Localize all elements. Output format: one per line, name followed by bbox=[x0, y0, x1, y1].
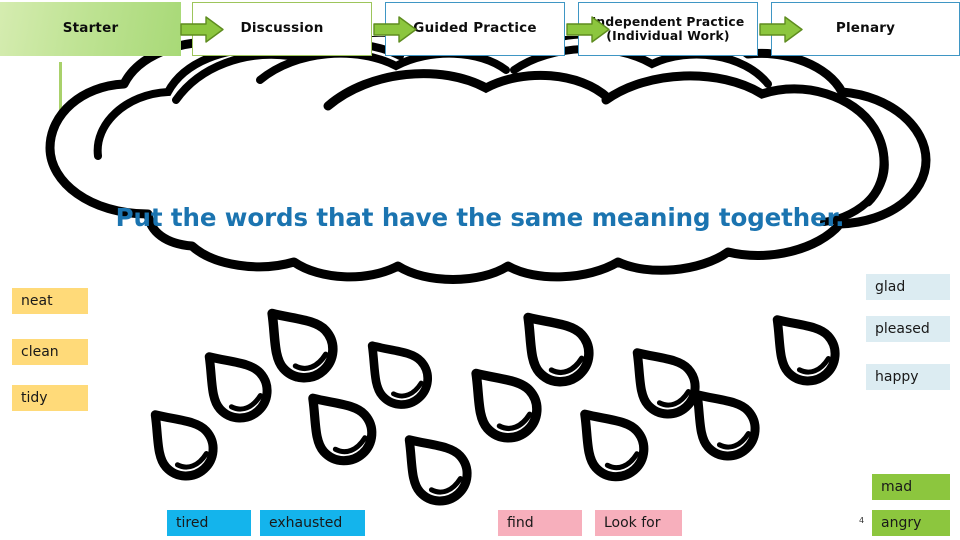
word-card-exhausted[interactable]: exhausted bbox=[260, 510, 365, 536]
rain-drop-icon bbox=[772, 315, 840, 386]
word-card-glad[interactable]: glad bbox=[866, 274, 950, 300]
lesson-stage-strip: Starter Discussion Guided Practice Independ… bbox=[0, 0, 960, 58]
word-card-label: tidy bbox=[21, 390, 48, 406]
word-card-label: find bbox=[507, 515, 534, 531]
stage-label: Discussion bbox=[240, 20, 324, 37]
page-title: Put the words that have the same meaning… bbox=[115, 203, 845, 232]
word-card-label: mad bbox=[881, 479, 913, 495]
rain-drop-icon bbox=[267, 308, 338, 383]
word-card-tired[interactable]: tired bbox=[167, 510, 251, 536]
rain-drop-icon bbox=[204, 352, 272, 423]
stage-label: Guided Practice bbox=[413, 20, 537, 37]
rain-drop-icon bbox=[308, 393, 377, 466]
word-card-label: angry bbox=[881, 515, 922, 531]
word-card-look-for[interactable]: Look for bbox=[595, 510, 682, 536]
word-card-angry[interactable]: angry bbox=[872, 510, 950, 536]
rain-drop-icon bbox=[580, 409, 649, 482]
rain-drop-icon bbox=[523, 312, 594, 387]
rain-drop-icon bbox=[471, 368, 542, 443]
word-card-clean[interactable]: clean bbox=[12, 339, 88, 365]
stage-arrow-icon-2 bbox=[373, 16, 417, 43]
word-card-label: clean bbox=[21, 344, 59, 360]
word-card-pleased[interactable]: pleased bbox=[866, 316, 950, 342]
stage-arrow-icon-1 bbox=[180, 16, 224, 43]
stage-arrow-icon-4 bbox=[759, 16, 803, 43]
word-card-neat[interactable]: neat bbox=[12, 288, 88, 314]
word-card-happy[interactable]: happy bbox=[866, 364, 950, 390]
slide-canvas: Put the words that have the same meaning… bbox=[0, 0, 960, 540]
page-number-marker: 4 bbox=[859, 516, 865, 525]
word-card-label: neat bbox=[21, 293, 53, 309]
word-card-label: exhausted bbox=[269, 515, 343, 531]
word-card-label: tired bbox=[176, 515, 209, 531]
word-card-tidy[interactable]: tidy bbox=[12, 385, 88, 411]
word-card-mad[interactable]: mad bbox=[872, 474, 950, 500]
stage-label: Starter bbox=[62, 20, 119, 37]
thought-cloud-icon bbox=[28, 36, 948, 298]
stage-arrow-icon-3 bbox=[566, 16, 610, 43]
word-card-label: happy bbox=[875, 369, 919, 385]
rain-drop-icon bbox=[404, 435, 472, 506]
rain-drop-icon bbox=[692, 390, 760, 461]
word-card-label: Look for bbox=[604, 515, 661, 531]
word-card-find[interactable]: find bbox=[498, 510, 582, 536]
rain-drop-icon bbox=[632, 348, 700, 419]
word-card-label: glad bbox=[875, 279, 906, 295]
rain-drop-icon bbox=[150, 410, 218, 481]
word-card-label: pleased bbox=[875, 321, 930, 337]
stage-label: Independent Practice (Individual Work) bbox=[591, 14, 745, 44]
rain-drop-icon bbox=[367, 341, 432, 409]
stage-label: Plenary bbox=[835, 20, 896, 37]
stage-box-starter[interactable]: Starter bbox=[0, 2, 181, 56]
